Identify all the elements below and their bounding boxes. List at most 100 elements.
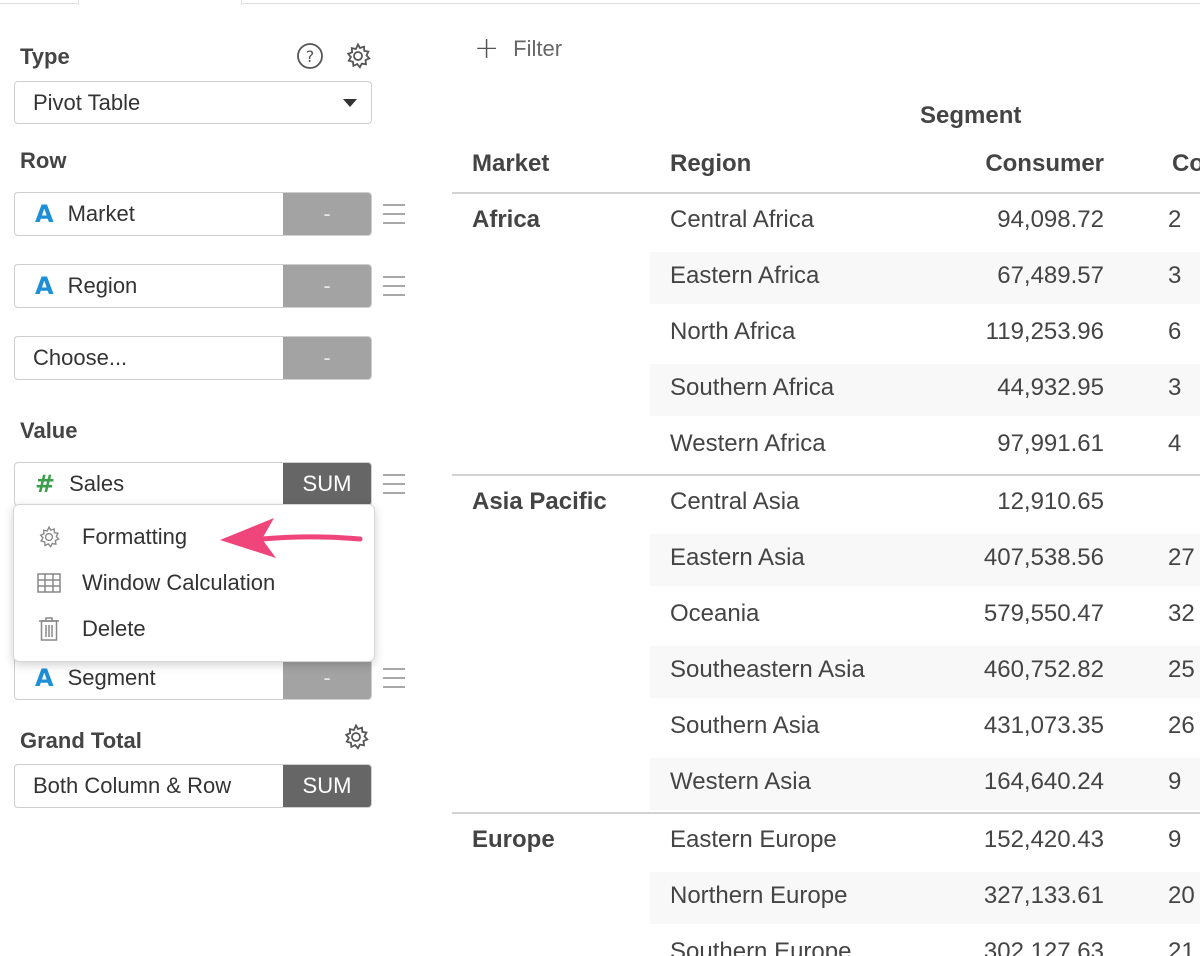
- chevron-down-icon: [343, 99, 357, 107]
- corporate-value-cell: 21: [1168, 938, 1195, 956]
- row-field-choose-select[interactable]: Choose...: [15, 337, 283, 379]
- header-consumer: Consumer: [985, 150, 1104, 177]
- drag-handle-icon[interactable]: [383, 276, 405, 296]
- region-cell: Northern Europe: [670, 882, 848, 909]
- aggregation-button[interactable]: SUM: [283, 463, 371, 505]
- column-field-name: Segment: [67, 665, 156, 690]
- region-cell: Central Africa: [670, 206, 815, 233]
- table-icon: [36, 570, 62, 596]
- region-cell: Eastern Asia: [670, 544, 805, 571]
- corporate-value-cell: 32: [1168, 600, 1195, 627]
- corporate-value-cell: 6: [1168, 318, 1182, 345]
- add-filter-button[interactable]: + Filter: [474, 34, 562, 64]
- row-field-market[interactable]: A Market -: [14, 192, 372, 236]
- corporate-value-cell: 20: [1168, 882, 1195, 909]
- market-cell: Africa: [472, 206, 541, 233]
- trash-icon: [36, 616, 62, 642]
- consumer-value-cell: 12,910.65: [997, 488, 1104, 515]
- consumer-value-cell: 94,098.72: [997, 206, 1104, 233]
- grand-total-section-title: Grand Total: [20, 728, 142, 753]
- consumer-value-cell: 302,127.63: [983, 938, 1104, 956]
- column-field-segment[interactable]: A Segment -: [14, 656, 372, 700]
- column-field-label[interactable]: A Segment: [15, 657, 283, 699]
- chart-config-panel: Type ? Pivot Table Row A Market - A Regi…: [0, 0, 420, 956]
- consumer-value-cell: 327,133.61: [983, 882, 1104, 909]
- header-corporate: Co: [1172, 150, 1200, 177]
- corporate-value-cell: 9: [1168, 768, 1182, 795]
- market-cell: Asia Pacific: [472, 488, 607, 515]
- region-cell: Western Africa: [670, 430, 826, 457]
- grand-total-select[interactable]: Both Column & Row: [15, 765, 283, 807]
- text-type-icon: A: [35, 200, 54, 228]
- column-group-header: Segment: [920, 102, 1022, 129]
- row-field-label[interactable]: A Market: [15, 193, 283, 235]
- grand-total-field[interactable]: Both Column & Row SUM: [14, 764, 372, 808]
- row-field-remove-button[interactable]: -: [283, 337, 371, 379]
- consumer-value-cell: 579,550.47: [983, 600, 1104, 627]
- corporate-value-cell: 27: [1168, 544, 1195, 571]
- consumer-value-cell: 460,752.82: [983, 656, 1104, 683]
- header-region: Region: [670, 150, 752, 177]
- drag-handle-icon[interactable]: [383, 204, 405, 224]
- row-section-title: Row: [20, 148, 67, 173]
- menu-item-label: Window Calculation: [82, 570, 276, 595]
- number-type-icon: #: [35, 470, 56, 498]
- row-field-name: Region: [67, 273, 138, 298]
- annotation-arrow: [220, 518, 363, 558]
- chart-type-value: Pivot Table: [33, 89, 141, 115]
- region-cell: Southern Europe: [670, 938, 852, 956]
- menu-item-label: Formatting: [82, 524, 188, 549]
- gear-icon[interactable]: [344, 42, 372, 70]
- corporate-value-cell: 2: [1168, 206, 1182, 233]
- value-field-sales[interactable]: # Sales SUM: [14, 462, 372, 506]
- corporate-value-cell: 9: [1168, 826, 1182, 853]
- grand-total-value: Both Column & Row: [33, 773, 232, 798]
- text-type-icon: A: [35, 664, 54, 692]
- region-cell: Western Asia: [670, 768, 811, 795]
- region-cell: Eastern Africa: [670, 262, 820, 289]
- menu-item-delete[interactable]: Delete: [14, 607, 374, 651]
- type-section-title: Type: [20, 44, 70, 69]
- corporate-value-cell: 3: [1168, 374, 1182, 401]
- row-field-region[interactable]: A Region -: [14, 264, 372, 308]
- header-market: Market: [472, 150, 550, 177]
- market-cell: Europe: [472, 826, 555, 853]
- region-cell: Eastern Europe: [670, 826, 837, 853]
- row-field-choose[interactable]: Choose... -: [14, 336, 372, 380]
- row-field-label[interactable]: A Region: [15, 265, 283, 307]
- consumer-value-cell: 97,991.61: [997, 430, 1104, 457]
- menu-item-window-calculation[interactable]: Window Calculation: [14, 561, 374, 605]
- consumer-value-cell: 431,073.35: [983, 712, 1104, 739]
- consumer-value-cell: 164,640.24: [983, 768, 1104, 795]
- row-field-placeholder: Choose...: [33, 345, 128, 370]
- menu-item-label: Delete: [82, 616, 146, 641]
- corporate-value-cell: 3: [1168, 262, 1182, 289]
- consumer-value-cell: 44,932.95: [997, 374, 1104, 401]
- consumer-value-cell: 407,538.56: [983, 544, 1104, 571]
- consumer-value-cell: 152,420.43: [983, 826, 1104, 853]
- text-type-icon: A: [35, 272, 54, 300]
- row-field-remove-button[interactable]: -: [283, 193, 371, 235]
- row-field-remove-button[interactable]: -: [283, 265, 371, 307]
- plus-icon: +: [474, 31, 500, 66]
- value-field-name: Sales: [69, 471, 125, 496]
- column-field-remove-button[interactable]: -: [283, 657, 371, 699]
- consumer-value-cell: 119,253.96: [985, 318, 1104, 345]
- group-divider: [452, 812, 1200, 814]
- help-icon[interactable]: ?: [296, 42, 324, 70]
- region-cell: Oceania: [670, 600, 760, 627]
- gear-icon: [36, 524, 62, 550]
- region-cell: Southeastern Asia: [670, 656, 865, 683]
- chart-type-select[interactable]: Pivot Table: [14, 81, 372, 124]
- region-cell: Southern Asia: [670, 712, 820, 739]
- value-field-label[interactable]: # Sales: [15, 463, 283, 505]
- drag-handle-icon[interactable]: [383, 668, 405, 688]
- drag-handle-icon[interactable]: [383, 474, 405, 494]
- gear-icon[interactable]: [342, 723, 370, 751]
- region-cell: Central Asia: [670, 488, 800, 515]
- grand-total-aggregation-button[interactable]: SUM: [283, 765, 371, 807]
- corporate-value-cell: 25: [1168, 656, 1195, 683]
- header-divider: [452, 192, 1200, 194]
- region-cell: North Africa: [670, 318, 796, 345]
- svg-text:?: ?: [306, 47, 315, 66]
